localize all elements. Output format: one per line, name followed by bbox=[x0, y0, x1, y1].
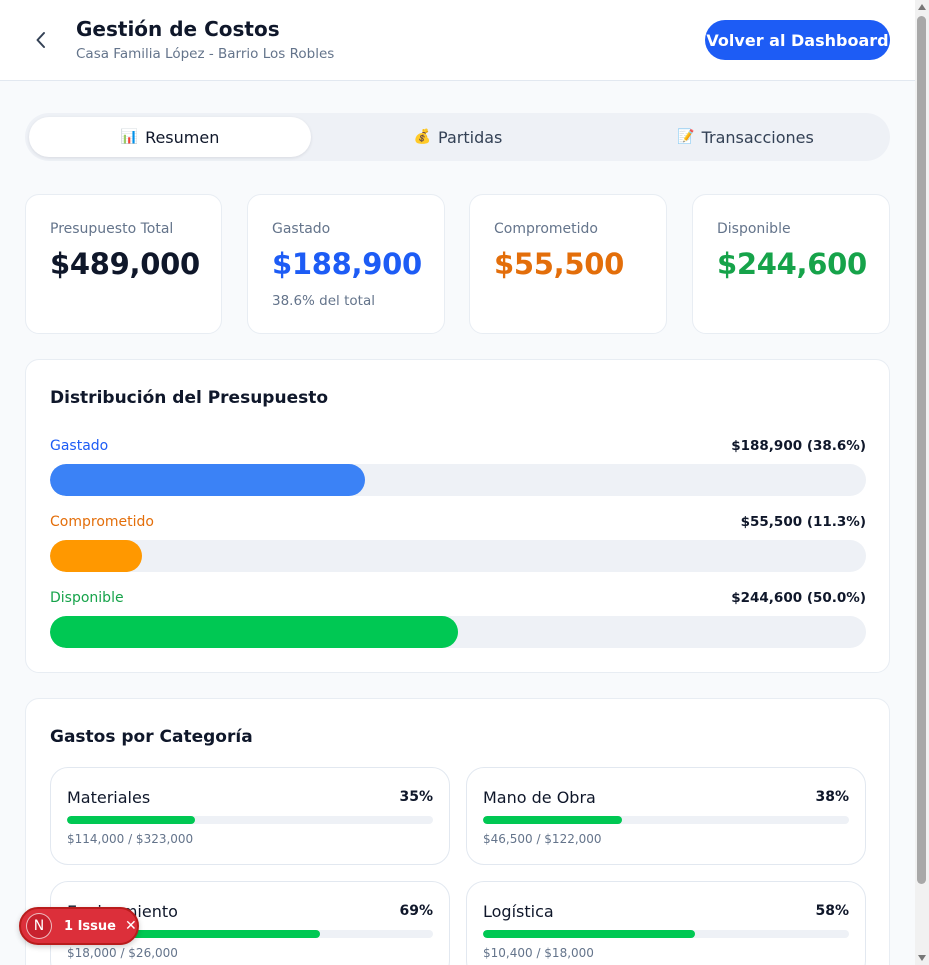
distribution-amount: $55,500 (11.3%) bbox=[740, 514, 866, 530]
tab-partidas[interactable]: 💰 Partidas bbox=[315, 117, 601, 157]
scrollbar[interactable] bbox=[915, 0, 929, 965]
tab-resumen[interactable]: 📊 Resumen bbox=[29, 117, 311, 157]
scroll-down-arrow-icon[interactable] bbox=[918, 955, 926, 961]
back-to-dashboard-button[interactable]: Volver al Dashboard bbox=[705, 20, 890, 60]
progress-track bbox=[483, 930, 849, 938]
category-card-materiales[interactable]: Materiales 35% $114,000 / $323,000 bbox=[50, 767, 450, 865]
stat-value: $244,600 bbox=[717, 247, 867, 281]
view-tabs: 📊 Resumen 💰 Partidas 📝 Transacciones bbox=[25, 113, 890, 161]
scroll-up-arrow-icon[interactable] bbox=[918, 4, 926, 10]
budget-distribution-card: Distribución del Presupuesto Gastado $18… bbox=[25, 359, 890, 673]
stat-value: $188,900 bbox=[272, 247, 422, 281]
category-amount: $18,000 / $26,000 bbox=[67, 946, 178, 960]
chevron-left-icon bbox=[36, 32, 45, 48]
progress-track bbox=[50, 540, 866, 572]
tab-label: Partidas bbox=[438, 127, 503, 147]
category-percent: 69% bbox=[399, 903, 433, 919]
issue-badge[interactable]: N 1 Issue ✕ bbox=[19, 907, 139, 945]
category-amount: $114,000 / $323,000 bbox=[67, 832, 194, 846]
category-card-mano-de-obra[interactable]: Mano de Obra 38% $46,500 / $122,000 bbox=[466, 767, 866, 865]
tab-transacciones[interactable]: 📝 Transacciones bbox=[605, 117, 886, 157]
page-title: Gestión de Costos bbox=[76, 17, 280, 41]
progress-fill bbox=[50, 540, 143, 572]
distribution-amount: $244,600 (50.0%) bbox=[731, 590, 866, 606]
stat-value: $55,500 bbox=[494, 247, 624, 281]
category-name: Materiales bbox=[67, 788, 151, 807]
memo-icon: 📝 bbox=[677, 129, 695, 145]
progress-fill bbox=[50, 616, 458, 648]
progress-track bbox=[50, 464, 866, 496]
page-header: Gestión de Costos Casa Familia López - B… bbox=[0, 0, 915, 81]
bar-chart-icon: 📊 bbox=[120, 129, 139, 145]
progress-fill bbox=[483, 816, 623, 824]
category-percent: 35% bbox=[399, 789, 433, 805]
stat-note: 38.6% del total bbox=[272, 293, 375, 309]
scrollbar-thumb[interactable] bbox=[917, 16, 926, 884]
progress-track bbox=[483, 816, 849, 824]
progress-track bbox=[67, 816, 433, 824]
stat-card-available: Disponible $244,600 bbox=[692, 194, 890, 334]
distribution-label: Disponible bbox=[50, 590, 124, 606]
distribution-amount: $188,900 (38.6%) bbox=[731, 438, 866, 454]
stat-label: Gastado bbox=[272, 221, 331, 237]
progress-fill bbox=[67, 816, 196, 824]
category-amount: $46,500 / $122,000 bbox=[483, 832, 602, 846]
progress-fill bbox=[483, 930, 696, 938]
issue-count: 1 Issue bbox=[64, 918, 116, 934]
stat-card-total: Presupuesto Total $489,000 bbox=[25, 194, 222, 334]
section-title: Distribución del Presupuesto bbox=[50, 388, 329, 408]
close-icon[interactable]: ✕ bbox=[125, 918, 137, 934]
category-name: Logística bbox=[483, 902, 554, 921]
category-card-logistica[interactable]: Logística 58% $10,400 / $18,000 bbox=[466, 881, 866, 965]
section-title: Gastos por Categoría bbox=[50, 727, 253, 747]
stat-label: Comprometido bbox=[494, 221, 598, 237]
progress-fill bbox=[50, 464, 365, 496]
category-name: Mano de Obra bbox=[483, 788, 596, 807]
category-percent: 58% bbox=[815, 903, 849, 919]
tab-label: Transacciones bbox=[701, 127, 814, 147]
stat-value: $489,000 bbox=[50, 247, 200, 281]
stat-card-spent: Gastado $188,900 38.6% del total bbox=[247, 194, 445, 334]
project-subtitle: Casa Familia López - Barrio Los Robles bbox=[76, 46, 335, 62]
tab-label: Resumen bbox=[145, 127, 220, 147]
issue-avatar: N bbox=[26, 913, 52, 939]
category-amount: $10,400 / $18,000 bbox=[483, 946, 594, 960]
stat-card-committed: Comprometido $55,500 bbox=[469, 194, 667, 334]
category-percent: 38% bbox=[815, 789, 849, 805]
money-bag-icon: 💰 bbox=[413, 129, 432, 145]
back-button[interactable] bbox=[28, 26, 54, 54]
category-expenses-card: Gastos por Categoría Materiales 35% $114… bbox=[25, 698, 890, 965]
distribution-label: Comprometido bbox=[50, 514, 154, 530]
distribution-label: Gastado bbox=[50, 438, 109, 454]
stat-label: Disponible bbox=[717, 221, 791, 237]
stat-label: Presupuesto Total bbox=[50, 221, 174, 237]
progress-track bbox=[50, 616, 866, 648]
